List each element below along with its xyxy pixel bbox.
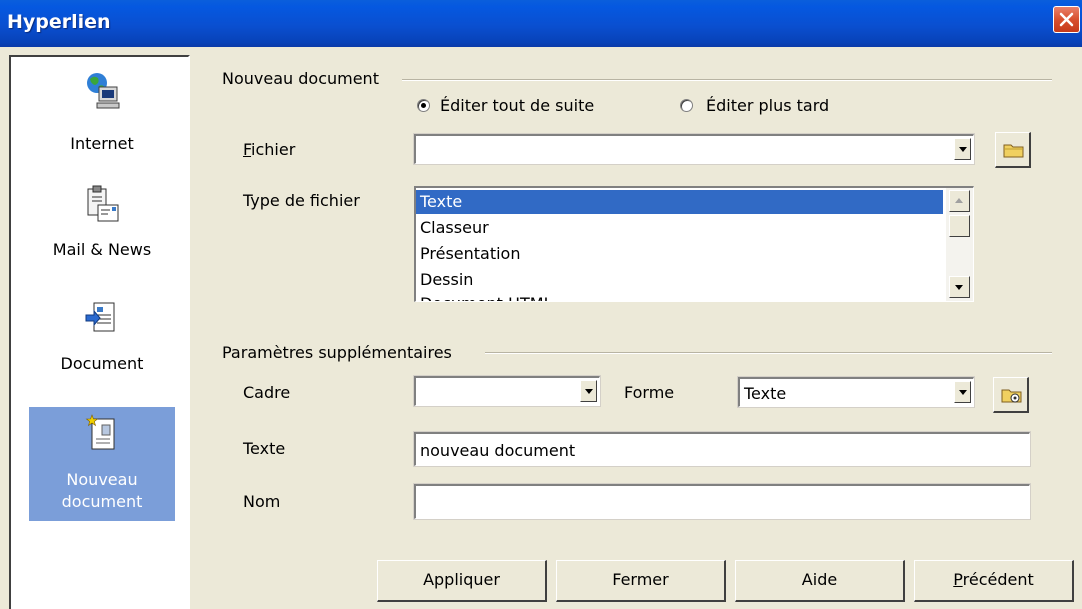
help-button[interactable]: Aide — [735, 560, 905, 602]
globe-computer-icon — [87, 73, 120, 109]
sidebar-item-mail-news[interactable]: Mail & News — [29, 177, 175, 291]
close-window-button[interactable] — [1053, 6, 1080, 33]
group-divider — [402, 79, 1052, 81]
sidebar-item-label: Nouveau — [66, 470, 138, 489]
frame-label: Cadre — [243, 383, 291, 402]
form-value: Texte — [744, 384, 787, 403]
text-value: nouveau document — [420, 441, 576, 460]
previous-button[interactable]: Précédent — [914, 560, 1074, 602]
file-type-listbox[interactable]: Texte Classeur Présentation Dessin Docum… — [414, 186, 974, 302]
form-dropdown-button[interactable] — [954, 381, 971, 403]
file-label: Fichier — [243, 140, 296, 159]
target-frame-button[interactable] — [993, 377, 1029, 413]
list-item[interactable]: Classeur — [416, 216, 943, 240]
edit-later-radio[interactable] — [680, 99, 693, 112]
edit-now-radio[interactable] — [417, 99, 430, 112]
scroll-down-button[interactable] — [949, 276, 970, 298]
scroll-up-button[interactable] — [949, 190, 970, 212]
edit-later-label[interactable]: Éditer plus tard — [706, 96, 829, 115]
window-title: Hyperlien — [7, 11, 111, 33]
new-document-group-title: Nouveau document — [222, 69, 379, 88]
form-combobox[interactable]: Texte — [737, 376, 975, 408]
form-label: Forme — [624, 383, 675, 402]
name-label: Nom — [243, 492, 281, 511]
file-label-rest: ichier — [251, 140, 296, 159]
file-type-label: Type de fichier — [243, 191, 360, 210]
scroll-thumb[interactable] — [949, 215, 970, 237]
file-dropdown-button[interactable] — [954, 138, 971, 160]
sidebar-item-label: document — [61, 492, 143, 511]
browse-folder-button[interactable] — [995, 132, 1031, 168]
apply-button[interactable]: Appliquer — [377, 560, 547, 602]
sidebar-item-label: Document — [60, 354, 144, 373]
document-icon — [85, 302, 115, 332]
list-item[interactable]: Document HTML — [416, 292, 943, 301]
folder-icon — [1003, 144, 1024, 158]
text-input[interactable]: nouveau document — [413, 431, 1031, 467]
name-input[interactable] — [413, 483, 1031, 520]
hyperlink-type-panel: Internet Mail & News Document Nouveau do… — [9, 55, 190, 609]
text-label: Texte — [243, 439, 286, 458]
folder-target-icon — [1001, 389, 1022, 403]
sidebar-item-internet[interactable]: Internet — [29, 63, 175, 177]
group-divider — [485, 352, 1052, 354]
extra-params-group-title: Paramètres supplémentaires — [222, 343, 452, 362]
list-item[interactable]: Dessin — [416, 268, 943, 292]
sidebar-item-document[interactable]: Document — [29, 291, 175, 405]
close-icon — [1059, 12, 1074, 27]
file-combobox[interactable] — [413, 133, 975, 165]
file-type-scrollbar[interactable] — [946, 188, 973, 301]
sidebar-item-label: Mail & News — [52, 240, 152, 259]
new-document-icon — [85, 414, 115, 450]
sidebar-item-new-document[interactable]: Nouveau document — [29, 407, 175, 521]
mail-clipboard-icon — [87, 185, 119, 222]
frame-dropdown-button[interactable] — [580, 380, 597, 402]
edit-now-label[interactable]: Éditer tout de suite — [440, 96, 594, 115]
list-item[interactable]: Présentation — [416, 242, 943, 266]
title-bar: Hyperlien — [0, 0, 1082, 47]
list-item[interactable]: Texte — [416, 190, 943, 214]
previous-label-rest: récédent — [962, 570, 1034, 589]
frame-combobox[interactable] — [413, 375, 601, 407]
close-button[interactable]: Fermer — [556, 560, 726, 602]
sidebar-item-label: Internet — [70, 134, 134, 153]
